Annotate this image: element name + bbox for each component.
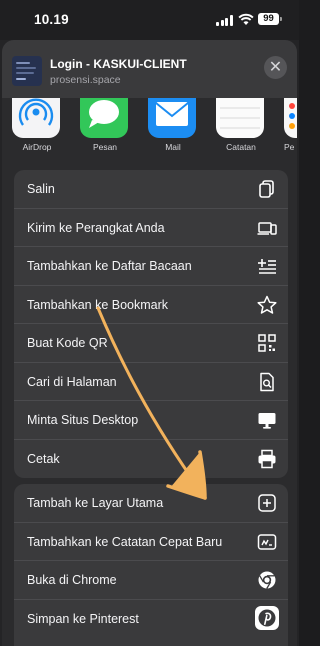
- find-in-page-icon: [260, 372, 274, 391]
- airdrop-icon: [12, 98, 60, 138]
- action-label: Tambah ke Layar Utama: [27, 496, 164, 510]
- share-sheet-screen: 10.19 99 Login - KASKUI-CLIENT prosensi.…: [0, 0, 299, 646]
- action-copy[interactable]: Salin: [14, 170, 288, 209]
- share-app-row: AirDrop Pesan Mail Catatan Pe: [2, 98, 297, 166]
- action-find-in-page[interactable]: Cari di Halaman: [14, 363, 288, 401]
- app-messages[interactable]: Pesan: [80, 98, 130, 152]
- chrome-icon: [258, 571, 276, 589]
- reading-list-icon: [258, 259, 276, 274]
- share-sheet: Login - KASKUI-CLIENT prosensi.space ✕ A…: [2, 40, 297, 646]
- action-label: Buat Kode QR: [27, 336, 108, 350]
- cellular-signal-icon: [216, 15, 233, 26]
- close-button[interactable]: ✕: [264, 56, 287, 79]
- action-label: Simpan ke Pinterest: [27, 611, 139, 626]
- action-save-pinterest[interactable]: Simpan ke Pinterest: [14, 600, 288, 639]
- mail-icon: [148, 98, 196, 138]
- page-url: prosensi.space: [50, 74, 121, 86]
- app-airdrop[interactable]: AirDrop: [12, 98, 62, 152]
- messages-icon: [80, 98, 128, 138]
- actions-group-primary: Salin Kirim ke Perangkat Anda Tambahkan …: [14, 170, 288, 478]
- action-label: Kirim ke Perangkat Anda: [27, 220, 165, 235]
- share-header: Login - KASKUI-CLIENT prosensi.space ✕: [2, 40, 297, 98]
- status-time: 10.19: [34, 12, 69, 27]
- action-print[interactable]: Cetak: [14, 440, 288, 479]
- action-label: Tambahkan ke Daftar Bacaan: [27, 259, 192, 273]
- app-label: Catatan: [226, 142, 256, 152]
- pinterest-icon: [255, 605, 279, 630]
- app-mail[interactable]: Mail: [148, 98, 198, 152]
- action-add-quick-note[interactable]: Tambahkan ke Catatan Cepat Baru: [14, 523, 288, 561]
- actions-group-secondary: Tambah ke Layar Utama Tambahkan ke Catat…: [14, 484, 288, 646]
- status-bar: 10.19 99: [0, 0, 299, 40]
- action-label: Buka di Chrome: [27, 573, 117, 587]
- action-send-to-device[interactable]: Kirim ke Perangkat Anda: [14, 209, 288, 247]
- add-square-icon: [258, 494, 276, 512]
- app-label: AirDrop: [22, 142, 52, 152]
- app-label: Pe: [284, 142, 295, 152]
- wifi-icon: [238, 13, 254, 25]
- desktop-icon: [258, 413, 276, 429]
- notes-icon: [216, 98, 264, 138]
- action-create-qr[interactable]: Buat Kode QR: [14, 324, 288, 363]
- battery-indicator: 99: [258, 13, 282, 25]
- action-label: Cetak: [27, 451, 60, 466]
- page-title: Login - KASKUI-CLIENT: [50, 57, 187, 71]
- app-label: Mail: [165, 142, 181, 152]
- page-thumbnail: [12, 56, 42, 86]
- action-label: Minta Situs Desktop: [27, 413, 139, 427]
- action-open-in-chrome[interactable]: Buka di Chrome: [14, 561, 288, 600]
- action-label: Salin: [27, 182, 55, 196]
- app-label: Pesan: [92, 142, 118, 152]
- qr-code-icon: [258, 334, 276, 352]
- copy-icon: [259, 180, 274, 198]
- action-add-reading-list[interactable]: Tambahkan ke Daftar Bacaan: [14, 247, 288, 286]
- devices-icon: [257, 221, 277, 235]
- printer-icon: [258, 449, 276, 468]
- action-label: Cari di Halaman: [27, 374, 117, 389]
- action-label: Tambahkan ke Catatan Cepat Baru: [27, 534, 223, 549]
- action-label: Tambahkan ke Bookmark: [27, 297, 169, 312]
- app-reminders[interactable]: Pe: [284, 98, 297, 152]
- star-icon: [257, 295, 277, 314]
- quick-note-icon: [257, 533, 277, 550]
- action-add-bookmark[interactable]: Tambahkan ke Bookmark: [14, 286, 288, 324]
- action-add-home-screen[interactable]: Tambah ke Layar Utama: [14, 484, 288, 523]
- action-request-desktop[interactable]: Minta Situs Desktop: [14, 401, 288, 440]
- app-notes[interactable]: Catatan: [216, 98, 266, 152]
- reminders-icon: [284, 98, 297, 138]
